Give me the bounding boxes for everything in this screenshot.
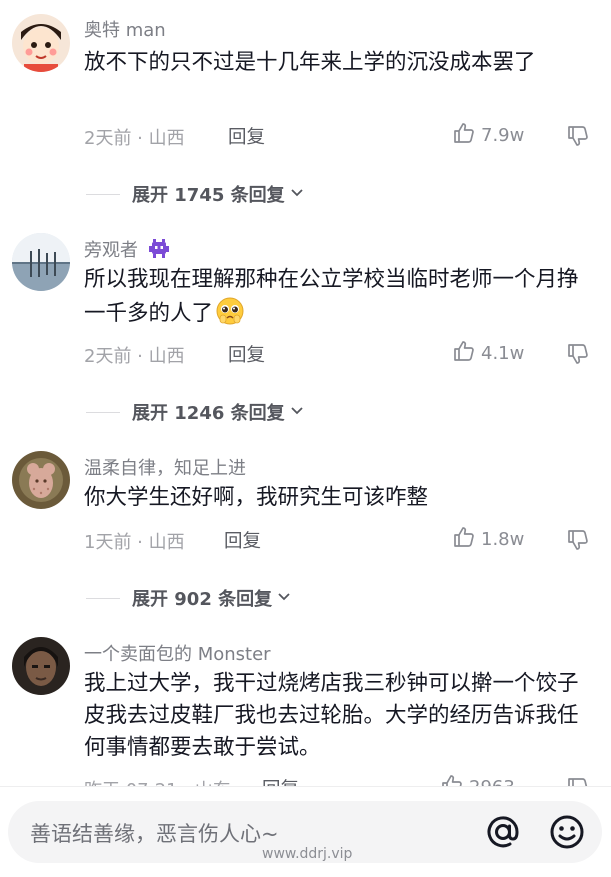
like-count: 1.8w [481, 529, 525, 550]
thumbs-up-icon [452, 339, 476, 368]
comment-username[interactable]: 温柔自律，知足上进 [84, 454, 246, 480]
comment-time-location: 2天前 · 山西 [84, 346, 185, 367]
pleading-face-icon [215, 296, 245, 336]
like-button[interactable]: 1.8w [452, 525, 524, 554]
comment-username[interactable]: 旁观者 [84, 236, 170, 264]
thumbs-down-icon [566, 126, 590, 152]
purple-alien-icon [148, 239, 170, 264]
expand-replies-label: 展开 1745 条回复 [132, 185, 285, 206]
comment-time-location: 2天前 · 山西 [84, 128, 185, 149]
comment-text: 我上过大学，我干过烧烤店我三秒钟可以擀一个饺子皮我去过皮鞋厂我也去过轮胎。大学的… [84, 671, 579, 760]
expand-replies-label: 展开 1246 条回复 [132, 403, 285, 424]
avatar[interactable] [12, 233, 70, 291]
smiley-face-icon[interactable] [548, 813, 586, 855]
divider [86, 411, 120, 413]
chevron-down-icon [289, 184, 305, 205]
comment-username[interactable]: 奥特 man [84, 16, 166, 42]
expand-replies-button[interactable]: 展开 1745 条回复 [86, 181, 305, 207]
avatar[interactable] [12, 637, 70, 695]
comment-text-body: 所以我现在理解那种在公立学校当临时老师一个月挣一千多的人了 [84, 267, 579, 326]
like-count: 4.1w [481, 343, 525, 364]
comment-username[interactable]: 一个卖面包的 Monster [84, 640, 271, 666]
like-button[interactable]: 7.9w [452, 121, 524, 150]
comment-time-location: 1天前 · 山西 [84, 532, 185, 553]
reply-button[interactable]: 回复 [228, 341, 265, 367]
dislike-button[interactable] [566, 342, 590, 370]
reply-button[interactable]: 回复 [224, 527, 261, 553]
divider [86, 597, 120, 599]
avatar[interactable] [12, 14, 70, 72]
expand-replies-label: 展开 902 条回复 [132, 589, 273, 610]
thumbs-down-icon [566, 344, 590, 370]
chevron-down-icon [276, 588, 292, 609]
dislike-button[interactable] [566, 124, 590, 152]
comment-text: 放不下的只不过是十几年来上学的沉没成本罢了 [84, 50, 536, 75]
thumbs-down-icon [566, 530, 590, 556]
thumbs-up-icon [452, 121, 476, 150]
chevron-down-icon [289, 402, 305, 423]
expand-replies-button[interactable]: 展开 1246 条回复 [86, 399, 305, 425]
thumbs-up-icon [452, 525, 476, 554]
comment-input-placeholder: 善语结善缘，恶言伤人心~ [30, 822, 279, 846]
at-sign-icon[interactable] [484, 813, 522, 855]
avatar[interactable] [12, 451, 70, 509]
comment-text: 所以我现在理解那种在公立学校当临时老师一个月挣一千多的人了 [84, 264, 589, 336]
dislike-button[interactable] [566, 528, 590, 556]
comment-text: 你大学生还好啊，我研究生可该咋整 [84, 485, 429, 510]
like-button[interactable]: 4.1w [452, 339, 524, 368]
watermark: www.ddrj.vip [262, 846, 353, 862]
comment-username-text: 旁观者 [84, 240, 138, 261]
divider [86, 193, 120, 195]
reply-button[interactable]: 回复 [228, 123, 265, 149]
like-count: 7.9w [481, 125, 525, 146]
comment-input-bar: 善语结善缘，恶言伤人心~ [0, 786, 611, 877]
expand-replies-button[interactable]: 展开 902 条回复 [86, 585, 292, 611]
